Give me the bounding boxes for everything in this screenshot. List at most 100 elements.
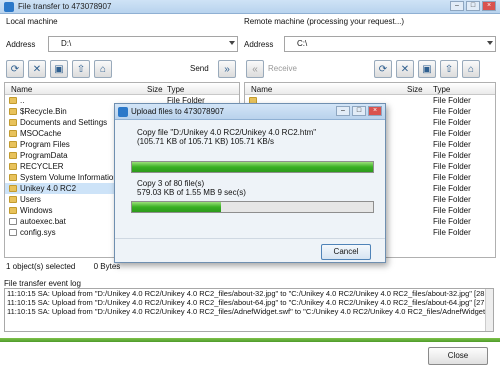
send-label[interactable]: Send [190,64,209,73]
log-title: File transfer event log [4,279,81,288]
folder-icon [9,141,17,148]
window-title: File transfer to 473078907 [18,2,112,11]
file-progress-fill [132,162,373,172]
item-type: File Folder [433,96,471,105]
new-folder-icon[interactable]: ▣ [50,60,68,78]
remote-address-label: Address [244,40,274,49]
dialog-close-button[interactable]: × [368,106,382,116]
log-line: 11:10:15 SA: Upload from "D:/Unikey 4.0 … [7,298,491,307]
local-address-field[interactable]: D:\ [48,36,238,52]
new-folder-icon[interactable]: ▣ [418,60,436,78]
close-button[interactable]: Close [428,347,488,365]
folder-icon [9,196,17,203]
minimize-button[interactable]: – [450,1,464,11]
home-icon[interactable]: ⌂ [94,60,112,78]
local-heading: Local machine [6,17,58,26]
folder-up-icon[interactable]: ⇧ [72,60,90,78]
column-name[interactable]: Name [11,85,32,94]
remote-address-field[interactable]: C:\ [284,36,496,52]
refresh-icon[interactable]: ⟳ [374,60,392,78]
folder-icon [9,97,17,104]
refresh-icon[interactable]: ⟳ [6,60,24,78]
remote-heading: Remote machine (processing your request.… [244,17,405,26]
item-name: config.sys [20,228,56,237]
maximize-button[interactable]: □ [466,1,480,11]
item-name: $Recycle.Bin [20,107,67,116]
folder-icon [9,108,17,115]
current-file-bytes: (105.71 KB of 105.71 KB) 105.71 KB/s [137,137,274,146]
column-name[interactable]: Name [251,85,272,94]
item-name: Users [20,195,41,204]
accent-divider [0,338,500,342]
receive-label[interactable]: Receive [268,64,297,73]
item-name: Program Files [20,140,70,149]
maximize-button[interactable]: □ [352,106,366,116]
item-type: File Folder [433,195,471,204]
item-name: Documents and Settings [20,118,108,127]
folder-icon [9,130,17,137]
dialog-title: Upload files to 473078907 [131,107,224,116]
item-type: File Folder [433,173,471,182]
minimize-button[interactable]: – [336,106,350,116]
item-name: autoexec.bat [20,217,66,226]
column-type[interactable]: Type [167,85,184,94]
receive-arrow-icon[interactable]: « [246,60,264,78]
item-type: File Folder [433,206,471,215]
delete-icon[interactable]: ✕ [396,60,414,78]
delete-icon[interactable]: ✕ [28,60,46,78]
window-titlebar: File transfer to 473078907 – □ × [0,0,500,14]
log-scrollbar[interactable] [485,289,493,331]
local-toolbar: ⟳ ✕ ▣ ⇧ ⌂ [6,59,112,79]
local-status: 1 object(s) selected 0 Bytes [6,262,136,271]
folder-icon [9,119,17,126]
item-type: File Folder [433,140,471,149]
item-type: File Folder [433,107,471,116]
local-address-value: D:\ [61,39,72,48]
folder-icon [9,152,17,159]
selection-size: 0 Bytes [93,262,121,271]
cancel-button[interactable]: Cancel [321,244,371,260]
column-size[interactable]: Size [147,85,163,94]
home-icon[interactable]: ⌂ [462,60,480,78]
window-controls: – □ × [450,1,496,11]
send-arrow-icon[interactable]: » [218,60,236,78]
item-name: .. [20,96,25,105]
folder-up-icon[interactable]: ⇧ [440,60,458,78]
window-close-button[interactable]: × [482,1,496,11]
item-name: ProgramData [20,151,68,160]
item-name: Unikey 4.0 RC2 [20,184,77,193]
upload-dialog: Upload files to 473078907 – □ × Copy fil… [114,103,386,263]
item-type: File Folder [433,162,471,171]
remote-list-header: Name Size Type [245,83,495,95]
folder-icon [9,174,17,181]
file-icon [9,218,17,225]
item-type: File Folder [433,151,471,160]
file-icon [9,229,17,236]
folder-icon [9,207,17,214]
remote-toolbar: ⟳ ✕ ▣ ⇧ ⌂ [374,59,480,79]
item-type: File Folder [433,184,471,193]
local-list-header: Name Size Type [5,83,239,95]
file-progress-bar [131,161,374,173]
folder-icon [9,185,17,192]
event-log[interactable]: 11:10:15 SA: Upload from "D:/Unikey 4.0 … [4,288,494,332]
total-progress-bar [131,201,374,213]
dialog-separator [115,238,385,239]
column-type[interactable]: Type [433,85,450,94]
log-line: 11:10:15 SA: Upload from "D:/Unikey 4.0 … [7,307,491,316]
teamviewer-icon [118,107,128,117]
chevron-down-icon[interactable] [487,41,493,45]
log-line: 11:10:15 SA: Upload from "D:/Unikey 4.0 … [7,289,491,298]
item-type: File Folder [433,217,471,226]
column-size[interactable]: Size [407,85,423,94]
item-name: MSOCache [20,129,62,138]
item-type: File Folder [433,228,471,237]
chevron-down-icon[interactable] [229,41,235,45]
item-name: Windows [20,206,53,215]
item-type: File Folder [433,129,471,138]
folder-icon [9,163,17,170]
item-name: RECYCLER [20,162,64,171]
total-progress-fill [132,202,222,212]
item-type: File Folder [433,118,471,127]
dialog-titlebar: Upload files to 473078907 – □ × [115,104,385,120]
